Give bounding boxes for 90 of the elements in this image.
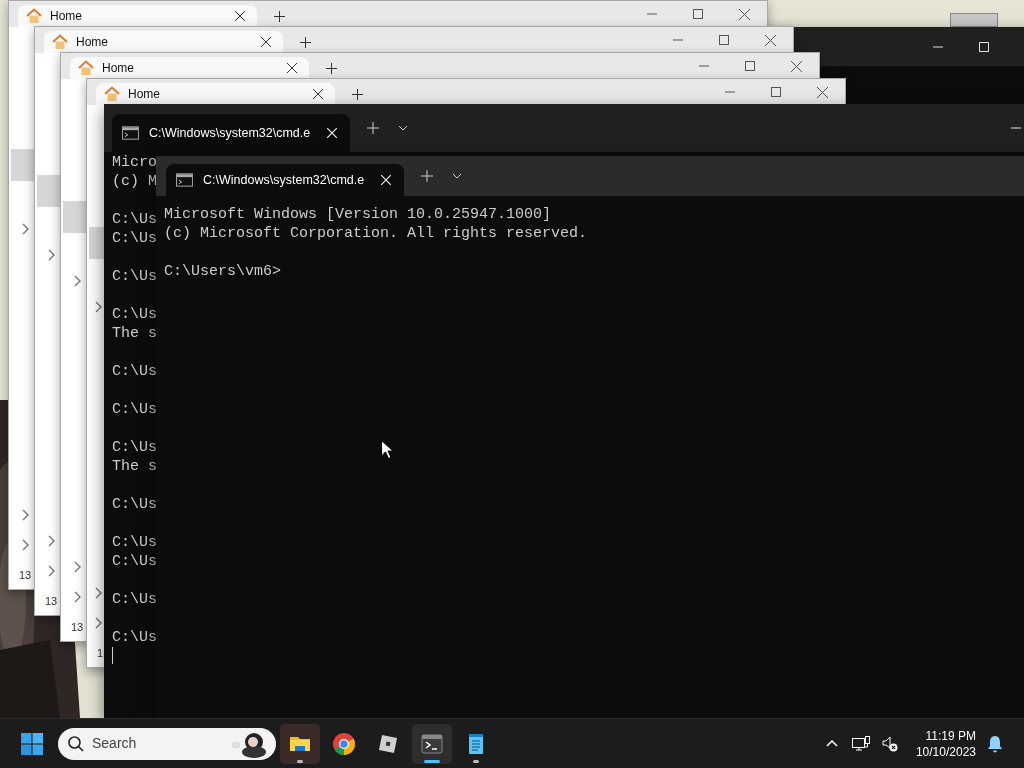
console-line: (c) M bbox=[112, 172, 157, 191]
plus-icon bbox=[299, 36, 311, 48]
chevron-right-icon[interactable] bbox=[94, 616, 103, 630]
maximize-icon bbox=[745, 61, 755, 71]
close-icon bbox=[287, 63, 297, 73]
console-line: C:\Us bbox=[112, 495, 157, 514]
search-icon bbox=[68, 735, 84, 752]
mouse-pointer-icon bbox=[381, 440, 393, 459]
chevron-right-icon[interactable] bbox=[73, 274, 82, 288]
console-line: Microsoft Windows [Version 10.0.25947.1000] bbox=[164, 205, 552, 224]
window-edge bbox=[950, 13, 998, 27]
taskbar-app-button[interactable] bbox=[280, 723, 320, 764]
taskbar-app-button[interactable] bbox=[412, 723, 452, 764]
console-line: C:\Us bbox=[112, 438, 157, 457]
terminal-icon bbox=[420, 731, 444, 756]
maximize-icon bbox=[693, 9, 703, 19]
maximize-icon bbox=[719, 35, 729, 45]
terminal-tab[interactable]: C:\Windows\system32\cmd.e bbox=[166, 164, 404, 196]
plus-icon bbox=[367, 122, 379, 134]
console-line: C:\Us bbox=[112, 305, 157, 324]
close-icon bbox=[235, 11, 245, 21]
chevron-down-icon bbox=[398, 125, 408, 131]
search-field[interactable]: Search bbox=[58, 727, 276, 760]
home-icon bbox=[26, 8, 42, 24]
clock-date: 10/10/2023 bbox=[915, 743, 976, 760]
home-icon bbox=[78, 60, 94, 76]
chevron-right-icon[interactable] bbox=[47, 248, 56, 262]
chevron-right-icon[interactable] bbox=[73, 560, 82, 574]
search-placeholder: Search bbox=[92, 734, 138, 753]
chevron-right-icon[interactable] bbox=[21, 538, 30, 552]
console-line: The s bbox=[112, 457, 157, 476]
close-icon bbox=[261, 37, 271, 47]
bell-icon bbox=[987, 734, 1003, 753]
terminal-tab[interactable]: C:\Windows\system32\cmd.e bbox=[112, 114, 350, 152]
clock-time: 11:19 PM bbox=[925, 727, 976, 744]
caret-up-icon bbox=[825, 740, 838, 747]
close-icon bbox=[764, 34, 776, 46]
plus-icon bbox=[421, 170, 433, 182]
item-count: 13 bbox=[45, 594, 58, 609]
tab-title: C:\Windows\system32\cmd.e bbox=[149, 124, 311, 142]
console-icon bbox=[176, 173, 194, 187]
close-icon bbox=[790, 60, 802, 72]
plus-icon bbox=[273, 10, 285, 22]
console-line: C:\Us bbox=[112, 210, 157, 229]
console-line: (c) Microsoft Corporation. All rights reserved. bbox=[164, 224, 588, 243]
chevron-right-icon[interactable] bbox=[94, 586, 103, 600]
chevron-right-icon[interactable] bbox=[21, 222, 30, 236]
item-count: 1 bbox=[97, 646, 104, 661]
item-count: 13 bbox=[71, 620, 84, 635]
console-line: C:\Users\vm6> bbox=[164, 262, 282, 281]
close-icon bbox=[816, 86, 828, 98]
close-icon bbox=[313, 89, 323, 99]
maximize-icon bbox=[771, 87, 781, 97]
browser-tab[interactable]: Home bbox=[70, 57, 309, 79]
console-line: C:\Us bbox=[112, 552, 157, 571]
close-icon bbox=[738, 8, 750, 20]
home-icon bbox=[104, 86, 120, 102]
home-icon bbox=[52, 34, 68, 50]
chevron-right-icon[interactable] bbox=[94, 300, 103, 314]
plus-icon bbox=[325, 62, 337, 74]
close-icon bbox=[326, 128, 337, 138]
console-line: C:\Us bbox=[112, 267, 157, 286]
maximize-icon bbox=[979, 41, 989, 52]
console-line: C:\Us bbox=[112, 400, 157, 419]
browser-tab[interactable]: Home bbox=[96, 83, 335, 105]
chevron-down-icon bbox=[452, 173, 462, 179]
console-icon bbox=[122, 126, 140, 140]
network-icon bbox=[851, 735, 870, 752]
console-line: C:\Us bbox=[112, 229, 157, 248]
volume-muted-icon bbox=[881, 735, 898, 752]
chevron-right-icon[interactable] bbox=[21, 508, 30, 522]
text-cursor bbox=[112, 647, 113, 664]
windows-logo-icon bbox=[21, 732, 43, 755]
console-line: C:\Us bbox=[112, 628, 157, 647]
tab-title: C:\Windows\system32\cmd.e bbox=[203, 171, 365, 189]
item-count: 13 bbox=[19, 568, 32, 583]
chevron-right-icon[interactable] bbox=[73, 590, 82, 604]
clock-button[interactable]: 11:19 PM 10/10/2023 bbox=[915, 727, 976, 760]
browser-tab[interactable]: Home bbox=[44, 31, 283, 53]
browser-icon bbox=[332, 731, 356, 756]
chevron-right-icon[interactable] bbox=[47, 564, 56, 578]
console-line: C:\Us bbox=[112, 533, 157, 552]
browser-tab[interactable]: Home bbox=[18, 5, 257, 27]
chevron-right-icon[interactable] bbox=[47, 534, 56, 548]
console-line: C:\Us bbox=[112, 362, 157, 381]
close-icon bbox=[380, 175, 391, 185]
console-line: Micro bbox=[112, 153, 157, 172]
plus-icon bbox=[351, 88, 363, 100]
console-line: C:\Us bbox=[112, 590, 157, 609]
console-line: The s bbox=[112, 324, 157, 343]
